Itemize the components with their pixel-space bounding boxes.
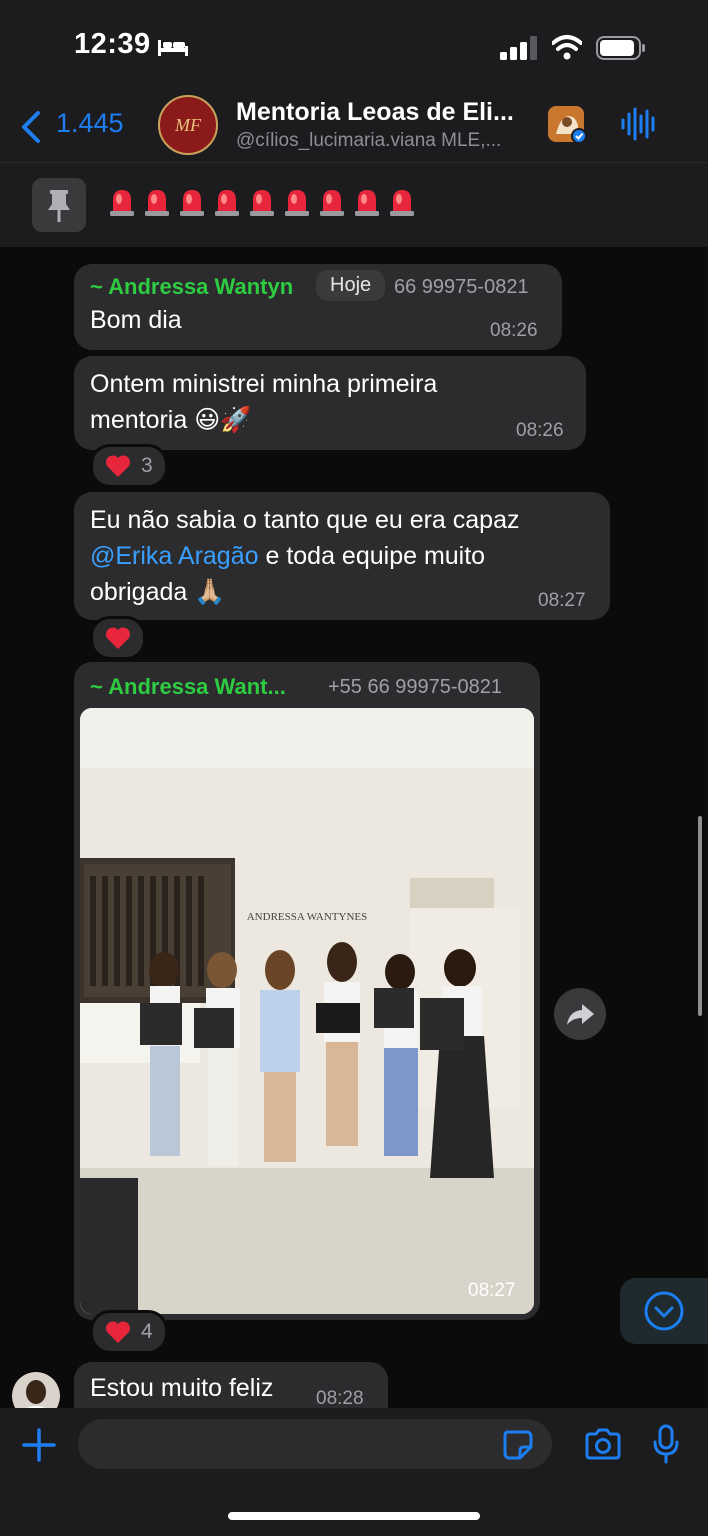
sender-phone: 66 99975-0821 bbox=[394, 276, 529, 298]
message-text: Bom dia bbox=[90, 306, 182, 334]
pinned-emoji-row bbox=[108, 186, 416, 218]
signal-icon bbox=[500, 36, 537, 60]
siren-icon bbox=[180, 190, 204, 216]
sender-phone: +55 66 99975-0821 bbox=[328, 676, 503, 698]
message-text-line3: obrigada 🙏🏼 bbox=[90, 578, 226, 606]
message-time: 08:28 bbox=[316, 1388, 364, 1408]
pin-button[interactable] bbox=[32, 178, 86, 232]
siren-icon bbox=[110, 190, 134, 216]
heart-icon bbox=[105, 1321, 131, 1343]
siren-icon bbox=[215, 190, 239, 216]
message-text-line2: mentoria 😃🚀 bbox=[90, 406, 252, 434]
reaction-pill[interactable] bbox=[90, 616, 146, 660]
message-text-line1: Ontem ministrei minha primeira bbox=[90, 370, 438, 398]
message-time: 08:26 bbox=[490, 320, 538, 341]
heart-icon bbox=[105, 455, 131, 477]
home-indicator[interactable] bbox=[228, 1512, 480, 1520]
message-sender[interactable]: ~ Andressa Wantyn bbox=[90, 274, 293, 300]
siren-icon bbox=[355, 190, 379, 216]
siren-icon bbox=[250, 190, 274, 216]
heart-icon bbox=[105, 627, 131, 649]
back-unread-count[interactable]: 1.445 bbox=[56, 108, 124, 139]
photo-time: 08:27 bbox=[468, 1280, 516, 1301]
chevron-down-icon bbox=[644, 1291, 684, 1331]
day-label: Hoje bbox=[316, 270, 386, 301]
microphone-icon[interactable] bbox=[652, 1424, 680, 1464]
reaction-pill[interactable]: 3 bbox=[90, 444, 168, 488]
photo-sign-text: ANDRESSA WANTYNES bbox=[247, 911, 368, 923]
scroll-to-bottom-button[interactable] bbox=[620, 1278, 708, 1344]
forward-button[interactable] bbox=[554, 988, 606, 1040]
sticker-icon[interactable] bbox=[502, 1429, 534, 1461]
back-chevron-icon[interactable] bbox=[20, 110, 42, 144]
forward-icon bbox=[567, 1004, 594, 1025]
scroll-indicator[interactable] bbox=[698, 816, 702, 1016]
message-text-line2: @Erika Aragão e toda equipe muito bbox=[90, 542, 486, 570]
group-avatar[interactable]: MF bbox=[158, 95, 218, 155]
status-time: 12:39 bbox=[74, 28, 151, 60]
reaction-pill[interactable]: 4 bbox=[90, 1310, 168, 1354]
pin-icon bbox=[48, 190, 70, 222]
group-photo-image: ANDRESSA WANTYNES bbox=[80, 708, 534, 1314]
siren-icon bbox=[320, 190, 344, 216]
reaction-count: 4 bbox=[141, 1320, 153, 1343]
battery-icon bbox=[596, 36, 645, 60]
siren-icon bbox=[390, 190, 414, 216]
message-input[interactable] bbox=[78, 1419, 552, 1469]
message-time: 08:27 bbox=[538, 590, 586, 611]
siren-icon bbox=[145, 190, 169, 216]
chat-area[interactable]: ~ Andressa Wantyn Hoje 66 99975-0821 Bom… bbox=[0, 248, 708, 1408]
group-subtitle[interactable]: @cílios_lucimaria.viana MLE,... bbox=[236, 130, 501, 152]
plus-icon[interactable] bbox=[22, 1428, 56, 1462]
photo-attachment[interactable]: ANDRESSA WANTYNES 08:27 bbox=[80, 708, 534, 1314]
message-text: Estou muito feliz bbox=[90, 1374, 274, 1402]
reaction-count: 3 bbox=[141, 454, 153, 477]
wifi-icon bbox=[552, 35, 582, 60]
video-call-icon[interactable] bbox=[546, 104, 588, 144]
group-title[interactable]: Mentoria Leoas de Eli... bbox=[236, 98, 514, 127]
mention-link[interactable]: @Erika Aragão bbox=[90, 542, 259, 570]
voice-wave-icon[interactable] bbox=[620, 106, 658, 142]
camera-icon[interactable] bbox=[584, 1428, 622, 1460]
message-time: 08:26 bbox=[516, 420, 564, 441]
sender-avatar[interactable] bbox=[12, 1372, 60, 1408]
bed-icon bbox=[158, 40, 188, 56]
message-text-line1: Eu não sabia o tanto que eu era capaz bbox=[90, 506, 520, 534]
message-sender[interactable]: ~ Andressa Want... bbox=[90, 674, 286, 700]
siren-icon bbox=[285, 190, 309, 216]
